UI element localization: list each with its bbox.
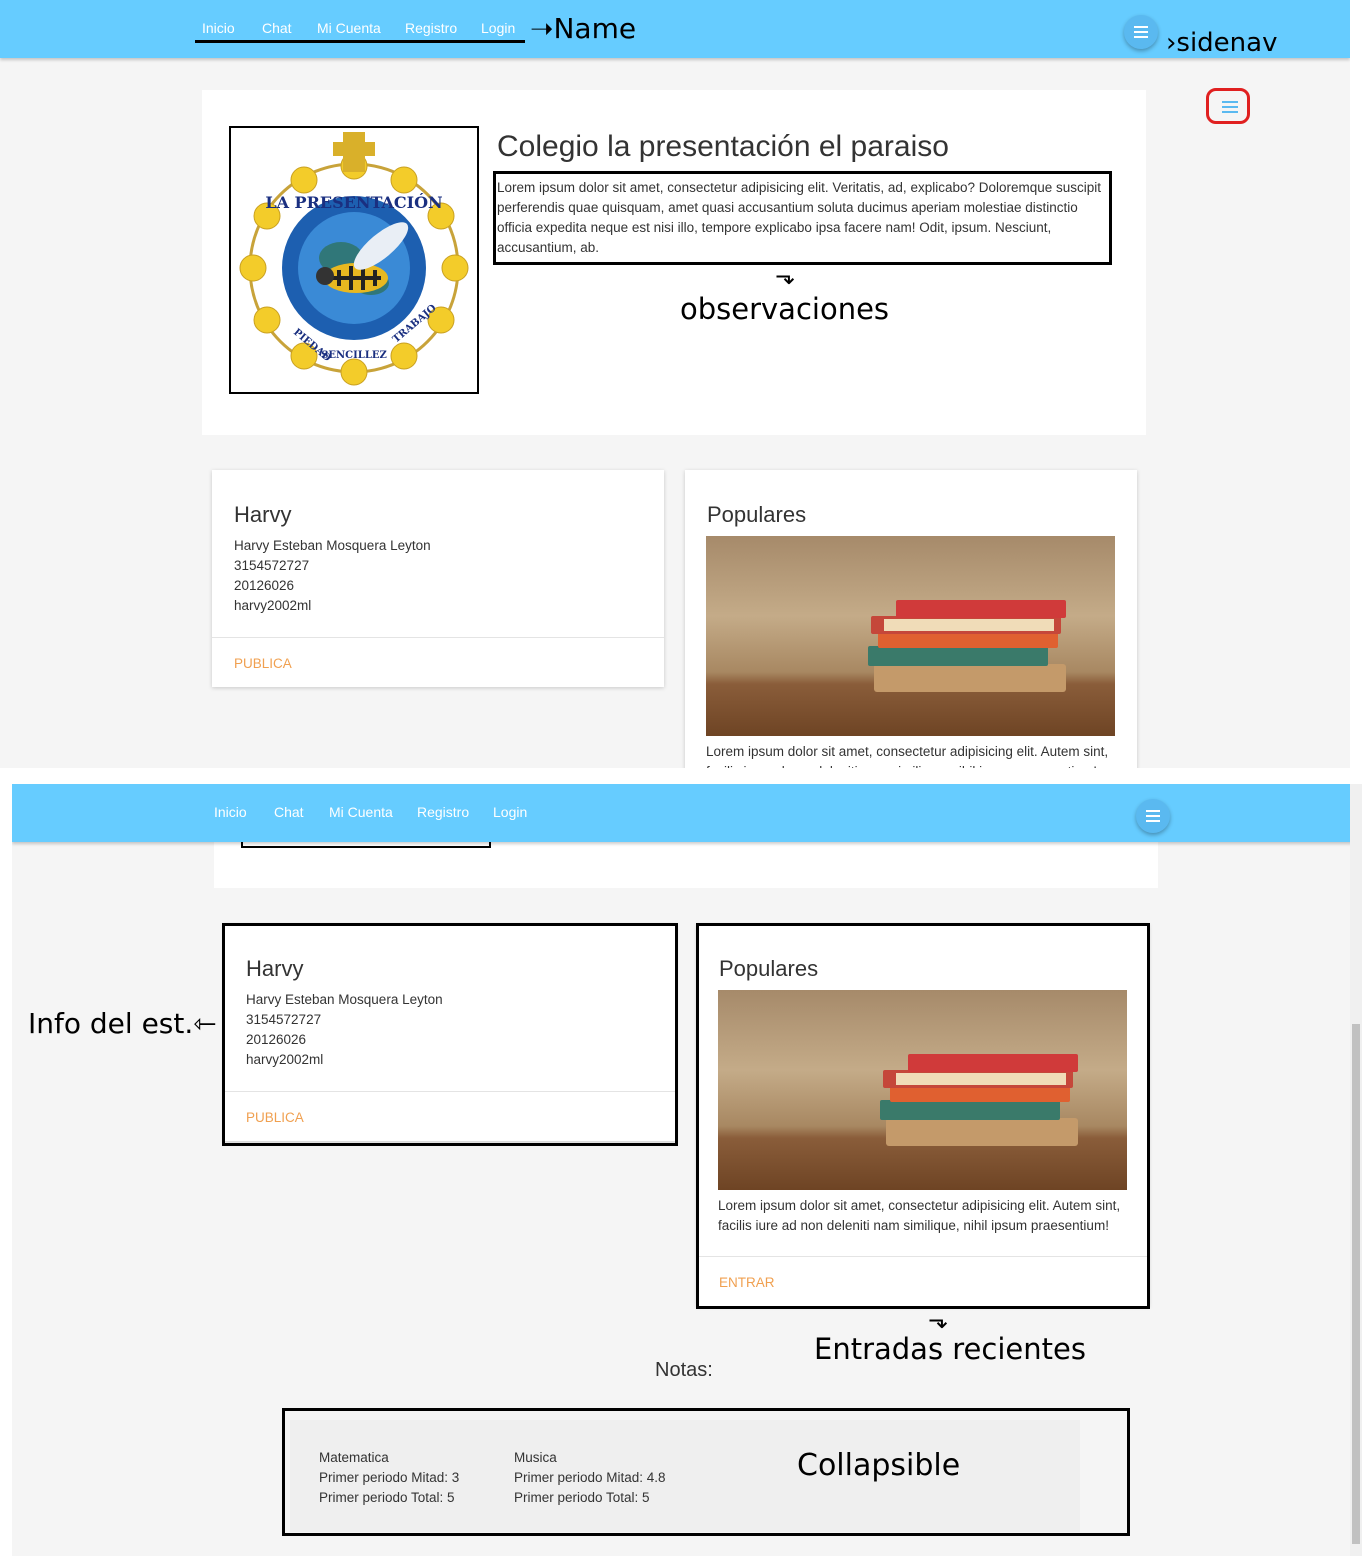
- books-image: [706, 536, 1115, 736]
- top-screenshot: Inicio Chat Mi Cuenta Registro Login LA …: [0, 0, 1350, 768]
- menu-icon: [1134, 26, 1148, 28]
- sidenav-button[interactable]: [1136, 799, 1170, 833]
- nav-underline: [195, 40, 525, 43]
- notes-label: Notas:: [655, 1359, 713, 1381]
- arrow-down-icon: ⬎: [928, 1306, 949, 1334]
- student-code: 20126026: [234, 578, 295, 593]
- annotation-box-info: [222, 923, 678, 1146]
- popular-card-text: Lorem ipsum dolor sit amet, consectetur …: [706, 744, 1109, 768]
- annotation-box-entradas: [696, 923, 1150, 1309]
- annotation-name: ➝Name: [530, 12, 637, 45]
- menu-icon: [1146, 810, 1160, 812]
- student-user: harvy2002ml: [234, 598, 312, 613]
- nav-link-mi-cuenta[interactable]: Mi Cuenta: [317, 20, 381, 36]
- school-logo-image: LA PRESENTACIÓN PIEDAD SENCILLEZ TRABAJO: [239, 132, 469, 386]
- arrow-right-icon: ›: [1166, 28, 1177, 58]
- scrollbar[interactable]: [1350, 784, 1362, 1556]
- card-divider: [212, 637, 664, 638]
- navbar-bottom: Inicio Chat Mi Cuenta Registro Login: [12, 784, 1362, 842]
- annotation-entradas: Entradas recientes: [814, 1332, 1086, 1366]
- nav-link-mi-cuenta[interactable]: Mi Cuenta: [329, 804, 393, 820]
- nav-link-login[interactable]: Login: [493, 804, 527, 820]
- annotation-observaciones: observaciones: [680, 292, 890, 326]
- annotation-collapsible: Collapsible: [797, 1448, 961, 1483]
- nav-link-login[interactable]: Login: [481, 20, 515, 36]
- school-title: Colegio la presentación el paraiso: [497, 130, 949, 163]
- arrow-left-icon: ⇽: [193, 1007, 217, 1040]
- student-card-title: Harvy: [234, 502, 292, 527]
- school-logo: LA PRESENTACIÓN PIEDAD SENCILLEZ TRABAJO: [229, 126, 479, 394]
- annotation-info: Info del est.⇽: [28, 1007, 217, 1040]
- student-name: Harvy Esteban Mosquera Leyton: [234, 538, 431, 553]
- arrow-down-icon: ⬎: [775, 262, 796, 290]
- sidenav-button[interactable]: [1124, 15, 1158, 49]
- scrollbar-thumb[interactable]: [1352, 1024, 1360, 1544]
- popular-card-title: Populares: [707, 502, 807, 527]
- popular-card: Populares Lorem ipsum dolor sit amet, co…: [685, 470, 1137, 768]
- nav-link-chat[interactable]: Chat: [274, 804, 304, 820]
- annotation-sidenav: ›sidenav: [1166, 28, 1278, 58]
- nav-link-inicio[interactable]: Inicio: [202, 20, 235, 36]
- sidenav-icon-sketch: [1206, 88, 1250, 124]
- navbar: Inicio Chat Mi Cuenta Registro Login: [0, 0, 1350, 58]
- student-phone: 3154572727: [234, 558, 310, 573]
- nav-link-registro[interactable]: Registro: [405, 20, 457, 36]
- nav-link-registro[interactable]: Registro: [417, 804, 469, 820]
- arrow-right-icon: ➝: [530, 12, 554, 45]
- annotation-box-collapsible: [282, 1408, 1130, 1536]
- logo-text-sencillez: SENCILLEZ: [321, 350, 387, 361]
- annotation-box-observaciones: [493, 171, 1112, 265]
- student-card: Harvy Harvy Esteban Mosquera Leyton 3154…: [212, 470, 664, 687]
- nav-link-chat[interactable]: Chat: [262, 20, 292, 36]
- bottom-screenshot: Inicio Chat Mi Cuenta Registro Login Har…: [12, 784, 1362, 1556]
- nav-link-inicio[interactable]: Inicio: [214, 804, 247, 820]
- logo-text-la-presentacion: LA PRESENTACIÓN: [265, 192, 442, 212]
- publica-button[interactable]: PUBLICA: [234, 656, 292, 671]
